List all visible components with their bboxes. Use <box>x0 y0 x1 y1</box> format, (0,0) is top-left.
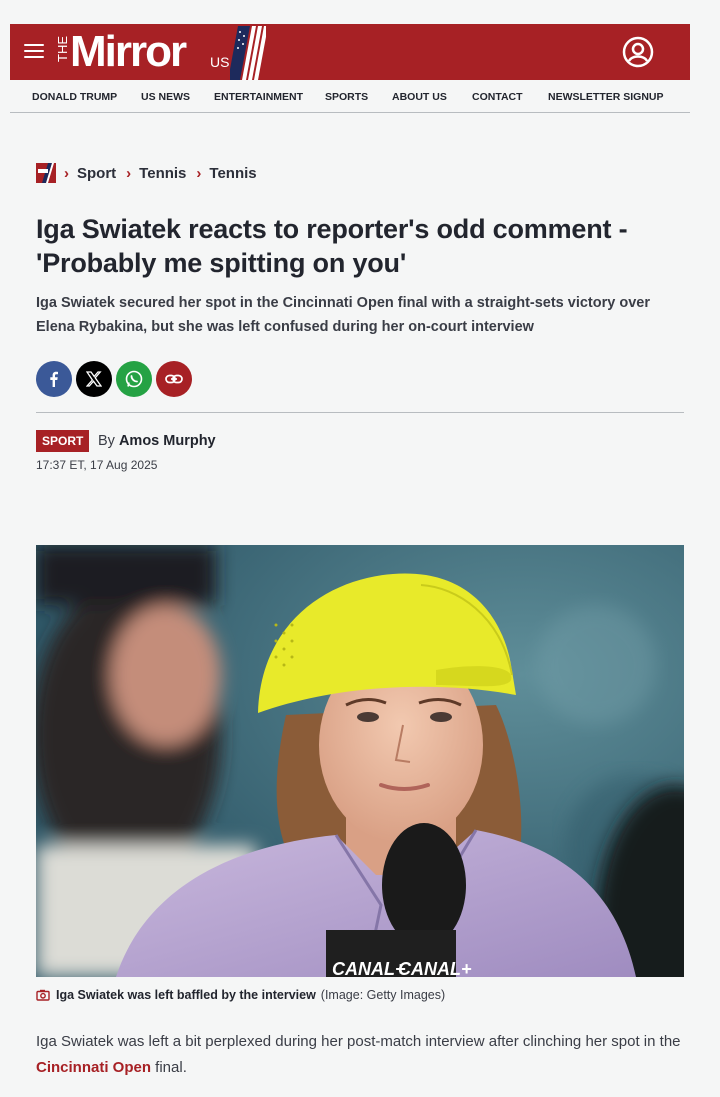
share-bar <box>36 361 196 397</box>
image-caption: Iga Swiatek was left baffled by the inte… <box>36 988 445 1002</box>
flag-stripes-icon <box>230 26 266 80</box>
breadcrumb-label: Tennis <box>139 164 187 182</box>
image-credit: (Image: Getty Images) <box>320 988 446 1002</box>
nav-sports[interactable]: SPORTS <box>325 91 368 103</box>
microphone-canal-label: CANAL+ <box>332 959 406 977</box>
chevron-right-icon: › <box>126 164 132 182</box>
whatsapp-share-button[interactable] <box>116 361 152 397</box>
breadcrumb-tennis[interactable]: › Tennis <box>126 165 186 182</box>
divider <box>36 412 684 413</box>
byline-prefix: By <box>98 433 115 449</box>
breadcrumb-sport[interactable]: › Sport <box>64 165 116 182</box>
chevron-right-icon: › <box>196 164 202 182</box>
breadcrumb-label: Tennis <box>209 164 257 182</box>
menu-icon[interactable] <box>24 44 44 60</box>
camera-icon <box>36 989 50 1001</box>
cincinnati-open-link[interactable]: Cincinnati Open <box>36 1059 151 1076</box>
nav-donald-trump[interactable]: DONALD TRUMP <box>32 91 117 103</box>
x-share-button[interactable] <box>76 361 112 397</box>
facebook-share-button[interactable] <box>36 361 72 397</box>
nav-us-news[interactable]: US NEWS <box>141 91 190 103</box>
mirror-us-logo[interactable]: THE Mirror US <box>55 26 266 80</box>
microphone-canal-label-2: CANAL+ <box>398 959 472 977</box>
byline: By Amos Murphy <box>98 433 216 449</box>
hero-image: CANAL+ CANAL+ <box>36 545 684 977</box>
breadcrumb-label: Sport <box>77 164 117 182</box>
logo-mirror-text: Mirror <box>70 27 187 76</box>
facebook-icon <box>50 371 58 387</box>
body-text-end: final. <box>151 1059 187 1076</box>
logo-the-text: THE <box>55 36 70 62</box>
caption-text: Iga Swiatek was left baffled by the inte… <box>56 988 316 1002</box>
article-body-paragraph: Iga Swiatek was left a bit perplexed dur… <box>36 1029 686 1081</box>
masthead: THE Mirror US <box>10 24 690 80</box>
x-icon <box>86 371 102 387</box>
mirror-small-logo-icon[interactable] <box>36 163 56 183</box>
breadcrumb-tennis-sub[interactable]: › Tennis <box>196 165 256 182</box>
author-name[interactable]: Amos Murphy <box>119 433 216 449</box>
nav-contact[interactable]: CONTACT <box>472 91 523 103</box>
article-headline: Iga Swiatek reacts to reporter's odd com… <box>36 214 628 278</box>
nav-entertainment[interactable]: ENTERTAINMENT <box>214 91 303 103</box>
copy-link-button[interactable] <box>156 361 192 397</box>
hero-photo-illustration: CANAL+ CANAL+ <box>36 545 684 977</box>
top-navigation: DONALD TRUMP US NEWS ENTERTAINMENT SPORT… <box>10 80 690 113</box>
publish-timestamp: 17:37 ET, 17 Aug 2025 <box>36 458 158 472</box>
nav-newsletter-signup[interactable]: NEWSLETTER SIGNUP <box>548 91 664 103</box>
link-icon <box>165 374 183 384</box>
logo-us-text: US <box>210 54 230 70</box>
nav-about-us[interactable]: ABOUT US <box>392 91 447 103</box>
chevron-right-icon: › <box>64 164 69 182</box>
body-text-start: Iga Swiatek was left a bit perplexed dur… <box>36 1033 681 1050</box>
whatsapp-icon <box>125 370 143 388</box>
breadcrumb: › Sport › Tennis › Tennis <box>36 162 267 184</box>
account-icon[interactable] <box>622 36 654 68</box>
section-badge[interactable]: SPORT <box>36 430 90 452</box>
article-standfirst: Iga Swiatek secured her spot in the Cinc… <box>36 295 650 335</box>
